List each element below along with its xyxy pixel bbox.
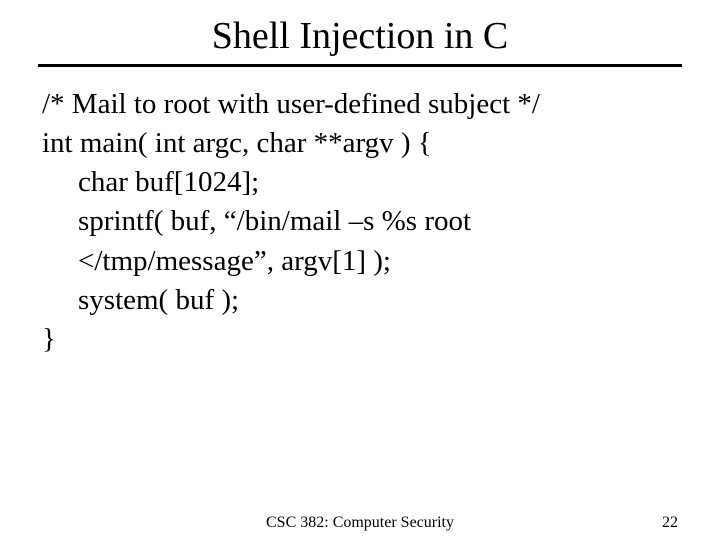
code-line-system: system( buf );	[42, 281, 678, 320]
code-line-main: int main( int argc, char **argv ) {	[42, 124, 678, 163]
code-line-close: }	[42, 320, 678, 359]
footer-page-number: 22	[662, 514, 678, 532]
code-line-sprintf-1: sprintf( buf, “/bin/mail –s %s root	[42, 202, 678, 241]
slide-title: Shell Injection in C	[0, 0, 720, 64]
code-comment: /* Mail to root with user-defined subjec…	[42, 85, 678, 124]
code-line-buf: char buf[1024];	[42, 163, 678, 202]
footer-course: CSC 382: Computer Security	[266, 514, 454, 532]
code-block: /* Mail to root with user-defined subjec…	[0, 85, 720, 359]
title-underline	[38, 64, 682, 67]
code-line-sprintf-2: </tmp/message”, argv[1] );	[42, 242, 678, 281]
